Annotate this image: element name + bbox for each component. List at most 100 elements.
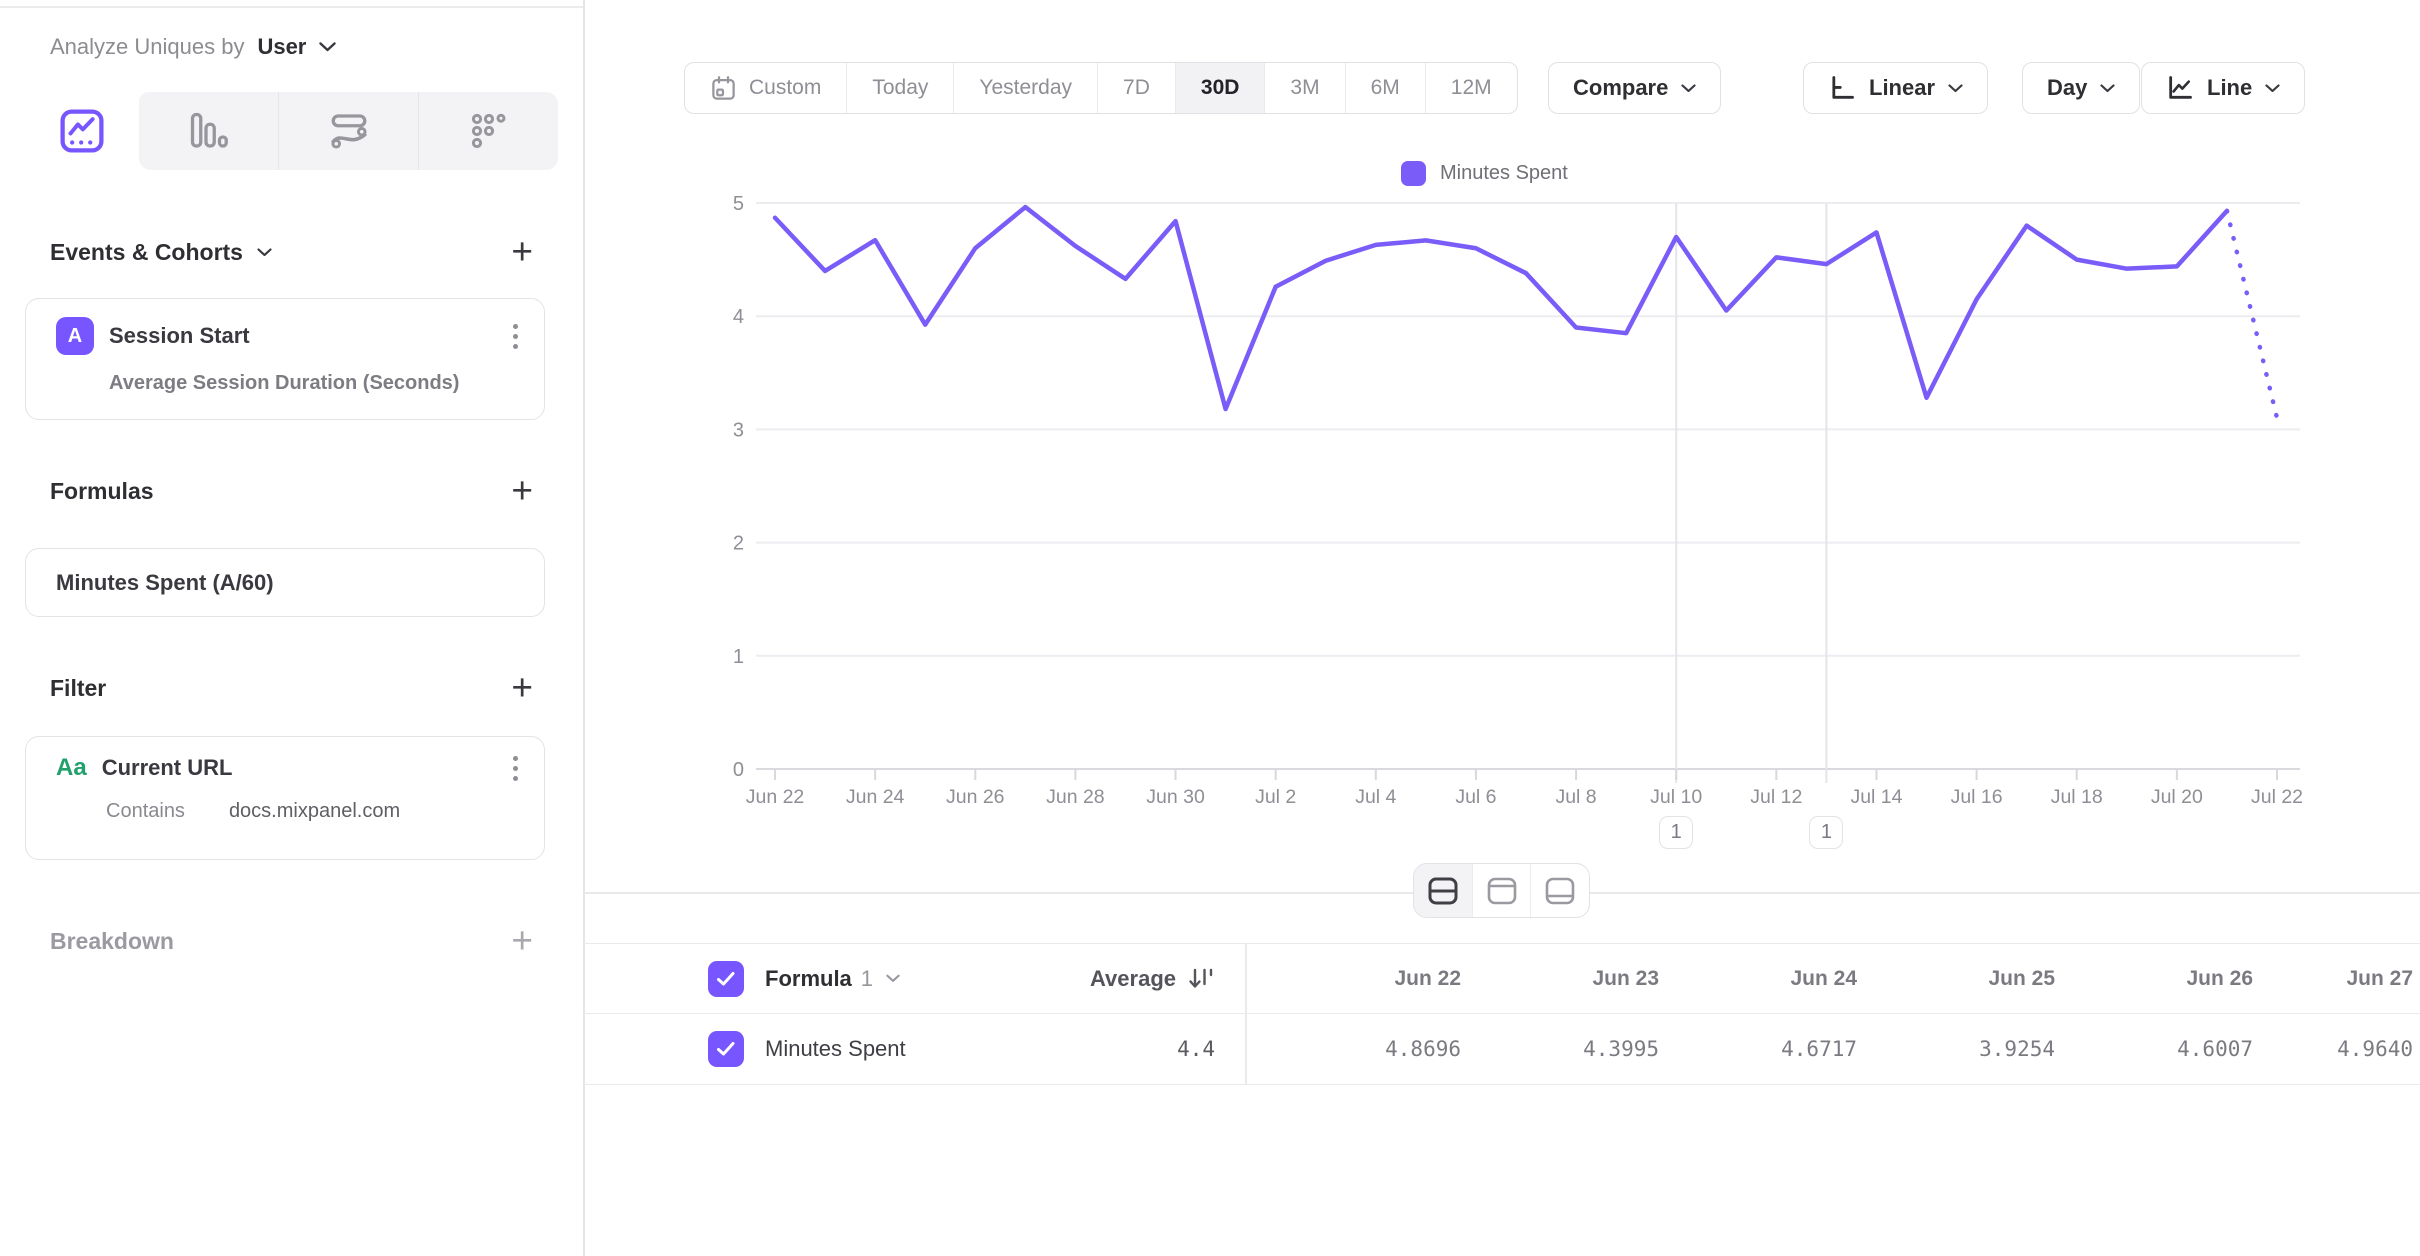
formulas-section-header: Formulas + (50, 471, 533, 511)
toggle-chart-only-view[interactable] (1472, 864, 1531, 917)
date-column-values: 4.86964.39954.67173.92544.60074.9640 (1245, 1037, 2413, 1061)
add-filter-button[interactable]: + (511, 673, 533, 703)
series-row-name[interactable]: Minutes Spent (765, 1036, 906, 1062)
toggle-split-view[interactable] (1414, 864, 1472, 917)
filter-kebab-menu-icon[interactable] (513, 756, 518, 781)
analyze-by-dropdown[interactable]: User (257, 34, 306, 60)
average-value: 4.4 (1177, 1037, 1215, 1061)
date-range-30d[interactable]: 30D (1175, 63, 1265, 113)
table-data-row[interactable]: Minutes Spent 4.4 4.86964.39954.67173.92… (583, 1014, 2420, 1085)
chevron-down-icon (2265, 84, 2280, 93)
tab-metrics-grid[interactable] (418, 92, 558, 170)
table-cell-value: 4.6717 (1659, 1037, 1857, 1061)
x-tick-label: Jul 22 (2251, 786, 2303, 808)
calendar-icon (710, 75, 737, 102)
x-tick-label: Jul 18 (2051, 786, 2103, 808)
y-tick-label: 3 (733, 419, 744, 441)
chevron-down-icon (1948, 84, 1963, 93)
chevron-down-icon[interactable] (319, 42, 336, 52)
insights-report-page: Analyze Uniques by User (0, 0, 2420, 1256)
series-line-incomplete-dotted (2227, 211, 2277, 418)
sidebar-top-border (0, 6, 583, 8)
results-table: Formula 1 Average Jun 22Jun 23Jun 24Jun … (583, 943, 2420, 1085)
chevron-down-icon (1681, 84, 1696, 93)
date-column-headers: Jun 22Jun 23Jun 24Jun 25Jun 26Jun 27 (1245, 967, 2413, 991)
filter-operator[interactable]: Contains (106, 800, 185, 823)
compare-button[interactable]: Compare (1548, 62, 1721, 114)
date-column-header[interactable]: Jun 22 (1245, 967, 1461, 991)
metrics-grid-tab-icon (468, 110, 510, 152)
add-breakdown-button[interactable]: + (511, 926, 533, 956)
filter-section-header: Filter + (50, 668, 533, 708)
date-range-custom[interactable]: Custom (685, 63, 846, 113)
x-tick-label: Jun 22 (746, 786, 805, 808)
minutes-spent-line-chart[interactable]: 012345Jun 22Jun 24Jun 26Jun 28Jun 30Jul … (583, 150, 2420, 862)
table-cell-value: 3.9254 (1857, 1037, 2055, 1061)
y-tick-label: 4 (733, 306, 744, 328)
date-range-today[interactable]: Today (846, 63, 953, 113)
date-range-7d[interactable]: 7D (1097, 63, 1175, 113)
tab-bar-chart[interactable] (139, 92, 278, 170)
flow-chart-tab-icon (328, 110, 370, 152)
date-column-header[interactable]: Jun 26 (2055, 967, 2253, 991)
annotation-badge[interactable]: 1 (1659, 816, 1693, 849)
table-header-row: Formula 1 Average Jun 22Jun 23Jun 24Jun … (583, 943, 2420, 1014)
top-bar-view-icon (1484, 874, 1520, 908)
chevron-down-icon (257, 248, 272, 257)
formula-card-title[interactable]: Minutes Spent (A/60) (56, 570, 274, 596)
visualization-tab-strip (25, 92, 558, 170)
tab-flow-chart[interactable] (278, 92, 418, 170)
chevron-down-icon[interactable] (886, 974, 900, 983)
formula-column-label[interactable]: Formula (765, 966, 852, 992)
check-icon (716, 971, 736, 987)
add-formula-button[interactable]: + (511, 476, 533, 506)
average-column-label[interactable]: Average (1090, 966, 1176, 992)
filter-property-name[interactable]: Current URL (102, 755, 233, 781)
date-range-yesterday[interactable]: Yesterday (953, 63, 1097, 113)
formula-card[interactable]: Minutes Spent (A/60) (25, 548, 545, 617)
chevron-down-icon (2100, 84, 2115, 93)
chart-type-button[interactable]: Line (2141, 62, 2305, 114)
tab-insights-line[interactable] (25, 92, 139, 170)
bar-chart-tab-icon (188, 110, 230, 152)
filter-section-title: Filter (50, 675, 106, 702)
sort-icon[interactable] (1187, 965, 1215, 993)
row-checkbox[interactable] (708, 1031, 744, 1067)
filter-card-current-url[interactable]: Aa Current URL Contains docs.mixpanel.co… (25, 736, 545, 860)
date-column-header[interactable]: Jun 25 (1857, 967, 2055, 991)
events-section-title[interactable]: Events & Cohorts (50, 239, 272, 266)
date-column-header[interactable]: Jun 24 (1659, 967, 1857, 991)
date-range-6m[interactable]: 6M (1345, 63, 1425, 113)
date-range-3m[interactable]: 3M (1264, 63, 1344, 113)
granularity-button[interactable]: Day (2022, 62, 2140, 114)
bottom-bar-view-icon (1542, 874, 1578, 908)
filter-value[interactable]: docs.mixpanel.com (229, 800, 400, 823)
table-cell-value: 4.8696 (1245, 1037, 1461, 1061)
date-column-header[interactable]: Jun 27 (2253, 967, 2413, 991)
analyze-uniques-row: Analyze Uniques by User (50, 34, 336, 60)
x-tick-label: Jul 16 (1951, 786, 2003, 808)
event-aggregation[interactable]: Average Session Duration (Seconds) (109, 372, 544, 395)
select-all-checkbox[interactable] (708, 961, 744, 997)
date-column-header[interactable]: Jun 23 (1461, 967, 1659, 991)
table-row-left: Minutes Spent 4.4 (583, 1014, 1245, 1084)
series-line-minutes-spent[interactable] (775, 207, 2227, 409)
scale-selector-button[interactable]: Linear (1803, 62, 1988, 114)
line-chart-icon (2166, 74, 2194, 102)
table-cell-value: 4.6007 (2055, 1037, 2253, 1061)
x-tick-label: Jul 12 (1750, 786, 1802, 808)
toggle-table-only-view[interactable] (1530, 864, 1589, 917)
y-tick-label: 5 (733, 193, 744, 215)
x-tick-label: Jul 4 (1355, 786, 1396, 808)
event-kebab-menu-icon[interactable] (513, 324, 518, 349)
x-tick-label: Jul 14 (1850, 786, 1902, 808)
date-range-12m[interactable]: 12M (1425, 63, 1517, 113)
annotation-badge[interactable]: 1 (1809, 816, 1843, 849)
event-card-session-start[interactable]: A Session Start Average Session Duration… (25, 298, 545, 420)
split-view-icon (1425, 874, 1461, 908)
event-title[interactable]: Session Start (109, 323, 250, 349)
table-cell-value: 4.3995 (1461, 1037, 1659, 1061)
add-event-button[interactable]: + (511, 237, 533, 267)
breakdown-section-header: Breakdown + (50, 921, 533, 961)
formulas-section-title: Formulas (50, 478, 154, 505)
